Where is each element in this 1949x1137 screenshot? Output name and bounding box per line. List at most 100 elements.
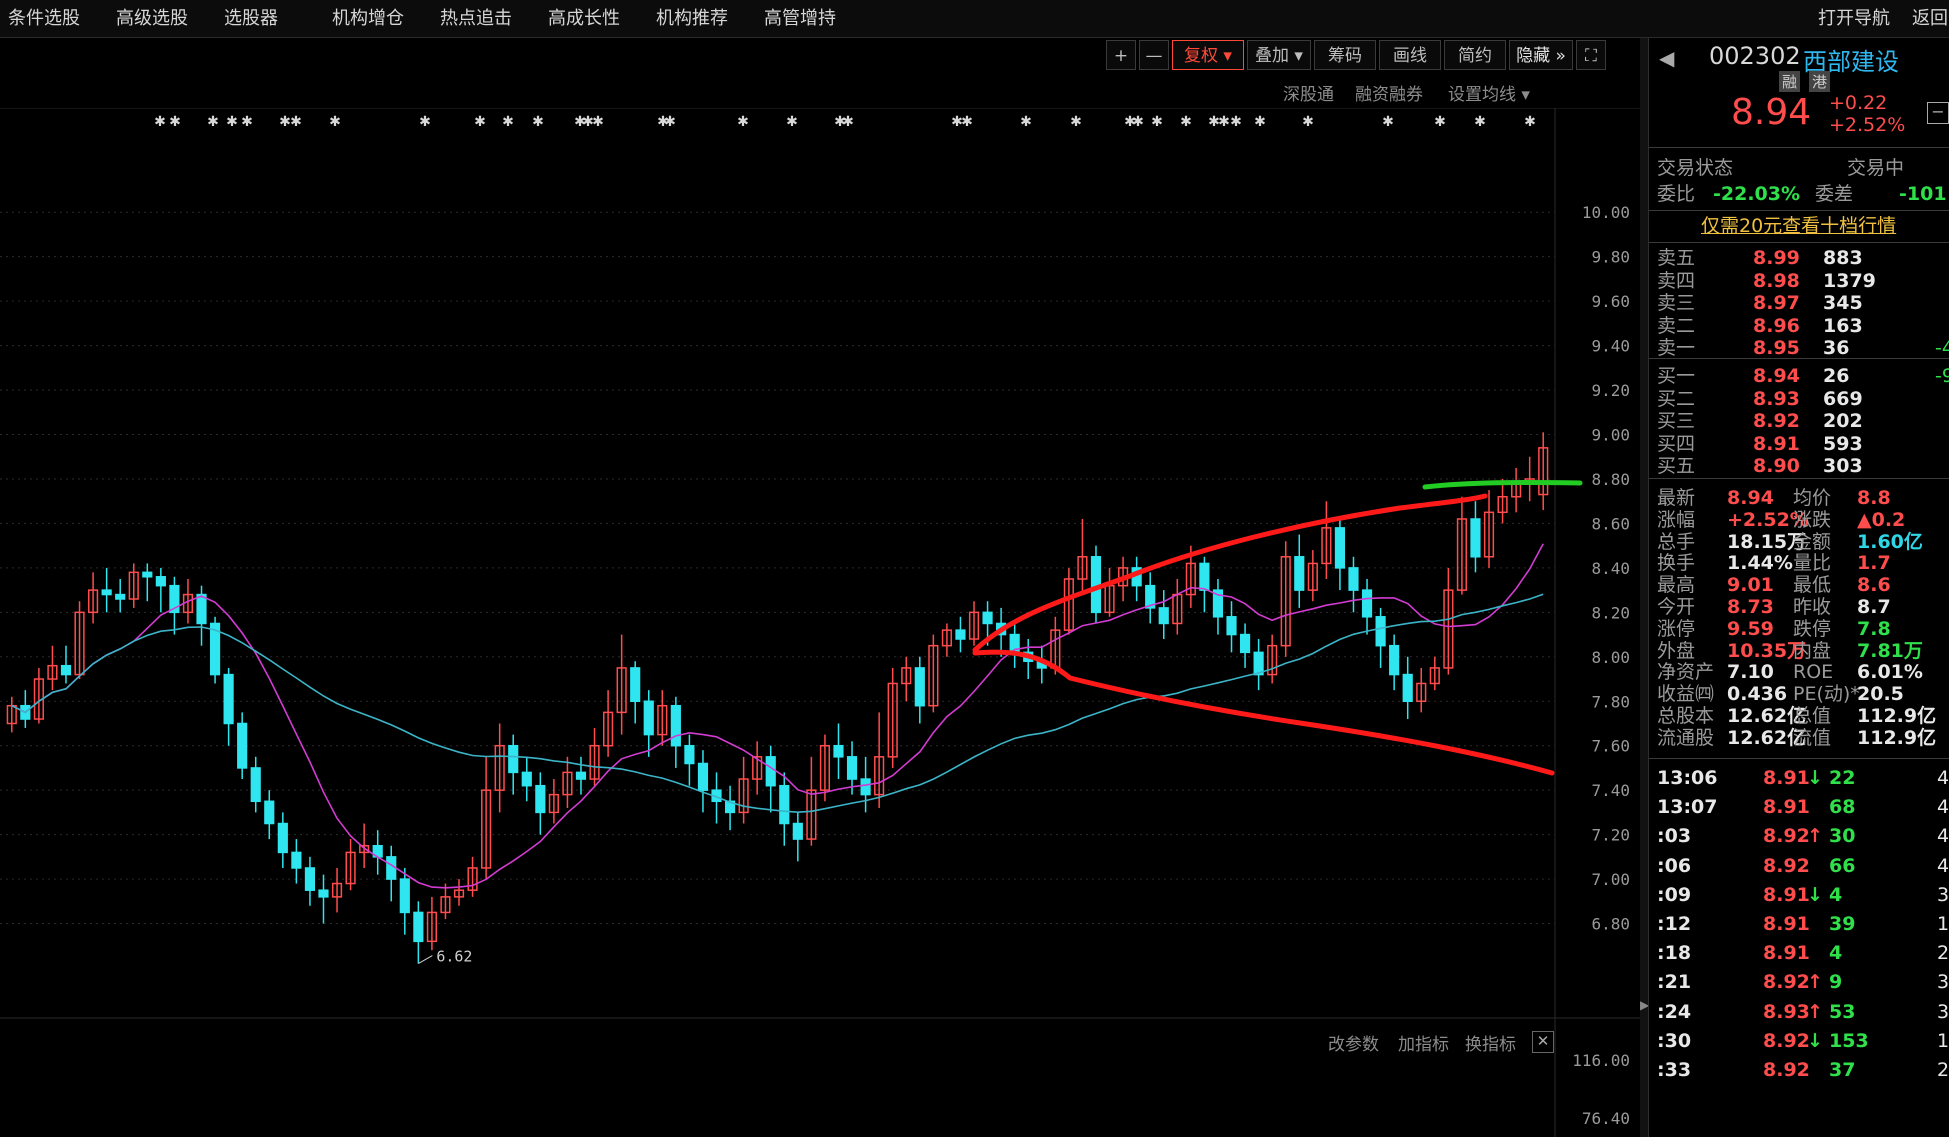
stat-label: 外盘 — [1657, 639, 1696, 662]
nav-xuanguqi[interactable]: 选股器 — [224, 0, 278, 37]
level-volume: 26 — [1823, 365, 1850, 387]
event-marker-icon: ✱ — [664, 114, 676, 130]
huaxian-button[interactable]: 画线 — [1379, 40, 1441, 70]
arrow-up-icon: ↑ — [1807, 971, 1823, 994]
candle-body — [521, 771, 532, 787]
nav-tiaojian[interactable]: 条件选股 — [8, 0, 80, 37]
nav-jigoutuijian[interactable]: 机构推荐 — [656, 0, 728, 37]
event-marker-icon: ✱ — [1020, 114, 1032, 130]
level-volume: 883 — [1823, 247, 1863, 269]
tick-price: 8.92 — [1763, 1029, 1810, 1052]
change-params-link[interactable]: 改参数 — [1328, 1030, 1379, 1055]
event-marker-icon: ✱ — [1180, 114, 1192, 130]
rongzi-link[interactable]: 融资融券 — [1355, 80, 1423, 105]
tick-volume: 37 — [1829, 1059, 1856, 1081]
bid-row: 买一 8.94 26 -9 — [1657, 364, 1949, 388]
level2-promo-link[interactable]: 仅需20元查看十档行情 — [1701, 214, 1896, 238]
level-price: 8.93 — [1753, 387, 1800, 410]
candle-body — [223, 673, 234, 725]
diejia-button[interactable]: 叠加 ▾ — [1247, 40, 1311, 70]
tick-time: :18 — [1657, 942, 1692, 965]
level-volume: 1379 — [1823, 269, 1876, 292]
stat-value: 7.10 — [1727, 661, 1774, 684]
nav-redian[interactable]: 热点追击 — [440, 0, 512, 37]
jianyue-button[interactable]: 简约 — [1444, 40, 1506, 70]
stat-row: 总手 18.15万 金额 1.60亿 — [1657, 530, 1949, 554]
tick-count: 4 — [1937, 796, 1949, 819]
candle-body — [792, 822, 803, 840]
caret-down-icon: ▾ — [1516, 85, 1530, 105]
tick-volume: 22 — [1829, 767, 1856, 789]
tick-count: 4 — [1937, 825, 1949, 848]
volume-tick-label: 76.40 — [1582, 1109, 1630, 1128]
candle-body — [914, 667, 925, 707]
stat-label: 最新 — [1657, 487, 1696, 509]
y-tick-label: 7.20 — [1591, 826, 1630, 845]
nav-gaochengzhang[interactable]: 高成长性 — [548, 0, 620, 37]
tick-price: 8.91 — [1763, 796, 1810, 819]
fullscreen-button[interactable]: ⛶ — [1576, 40, 1606, 70]
stat-label: 金额 — [1793, 530, 1832, 553]
chouma-button[interactable]: 筹码 — [1314, 40, 1376, 70]
close-icon[interactable]: ✕ — [1532, 1031, 1554, 1053]
candle-body — [386, 856, 397, 880]
event-marker-icon: ✱ — [502, 114, 514, 130]
volume-tick-label: 116.00 — [1572, 1051, 1630, 1070]
candle-body — [115, 593, 126, 600]
event-marker-icon: ✱ — [207, 114, 219, 130]
stat-label: ROE — [1793, 661, 1834, 684]
y-tick-label: 10.00 — [1582, 203, 1630, 222]
tick-time: :21 — [1657, 971, 1692, 994]
tick-count: 3 — [1937, 883, 1949, 906]
switch-indicator-link[interactable]: 换指标 — [1465, 1030, 1516, 1055]
panel-splitter[interactable]: ▶ — [1640, 38, 1649, 1137]
tick-row: 13:06 8.91 22 4 ↓ — [1657, 766, 1949, 790]
stat-value: 8.73 — [1727, 596, 1774, 618]
set-ma-link[interactable]: 设置均线 ▾ — [1448, 80, 1530, 105]
divider — [1649, 358, 1949, 359]
ask-row: 卖四 8.98 1379 — [1657, 269, 1949, 293]
fuquan-button[interactable]: 复权 ▾ — [1172, 40, 1244, 70]
candle-body — [575, 771, 587, 780]
open-nav-button[interactable]: 打开导航 — [1818, 0, 1890, 37]
zoom-out-button[interactable]: — — [1139, 40, 1169, 70]
level-label: 卖五 — [1657, 247, 1696, 269]
caret-down-icon: ▾ — [1218, 46, 1232, 66]
low-marker-line — [418, 955, 433, 964]
stat-label: 流值 — [1793, 726, 1832, 749]
level-volume: 593 — [1823, 432, 1863, 455]
yincang-button[interactable]: 隐藏 » — [1509, 40, 1573, 70]
nav-jigouzengcang[interactable]: 机构增仓 — [332, 0, 404, 37]
divider — [1649, 242, 1949, 243]
nav-gaoji[interactable]: 高级选股 — [116, 0, 188, 37]
ask-row: 卖三 8.97 345 — [1657, 291, 1949, 315]
tick-price: 8.91 — [1763, 913, 1810, 935]
stock-code: 002302 — [1709, 42, 1801, 70]
nav-gaoguan[interactable]: 高管增持 — [764, 0, 836, 37]
kline-chart[interactable]: 10.00 9.80 9.60 9.40 9.20 9.00 8.80 8.60 8.40 8.2… — [0, 108, 1640, 1137]
event-marker-icon: ✱ — [592, 114, 604, 130]
candle-body — [142, 571, 153, 578]
arrow-up-icon: ↑ — [1807, 1000, 1823, 1023]
y-tick-label: 8.40 — [1591, 559, 1630, 578]
level-label: 买四 — [1657, 432, 1696, 455]
y-tick-label: 9.40 — [1591, 337, 1630, 356]
event-marker-icon: ✱ — [1302, 114, 1314, 130]
back-arrow-icon[interactable]: ◀ — [1659, 46, 1674, 70]
bid-row: 买四 8.91 593 — [1657, 432, 1949, 456]
candle-body — [846, 756, 858, 780]
tick-volume: 153 — [1829, 1029, 1869, 1052]
quote-panel: ◀ 002302 西部建设 融 港 8.94 +0.22 +2.52% − 交易… — [1648, 38, 1949, 1137]
zoom-in-button[interactable]: + — [1106, 40, 1136, 70]
add-indicator-link[interactable]: 加指标 — [1398, 1030, 1449, 1055]
collapse-icon[interactable]: − — [1927, 102, 1949, 124]
shengutong-link[interactable]: 深股通 — [1283, 80, 1334, 105]
level-price: 8.96 — [1753, 314, 1800, 337]
stat-label: 跌停 — [1793, 617, 1832, 640]
stat-label: 收益㈣ — [1657, 683, 1715, 706]
stat-row: 外盘 10.35万 内盘 7.81万 — [1657, 639, 1949, 663]
candle-body — [1389, 644, 1400, 676]
stat-label: 换手 — [1657, 552, 1696, 575]
back-button[interactable]: 返回 — [1912, 0, 1948, 37]
y-tick-label: 8.20 — [1591, 603, 1630, 622]
